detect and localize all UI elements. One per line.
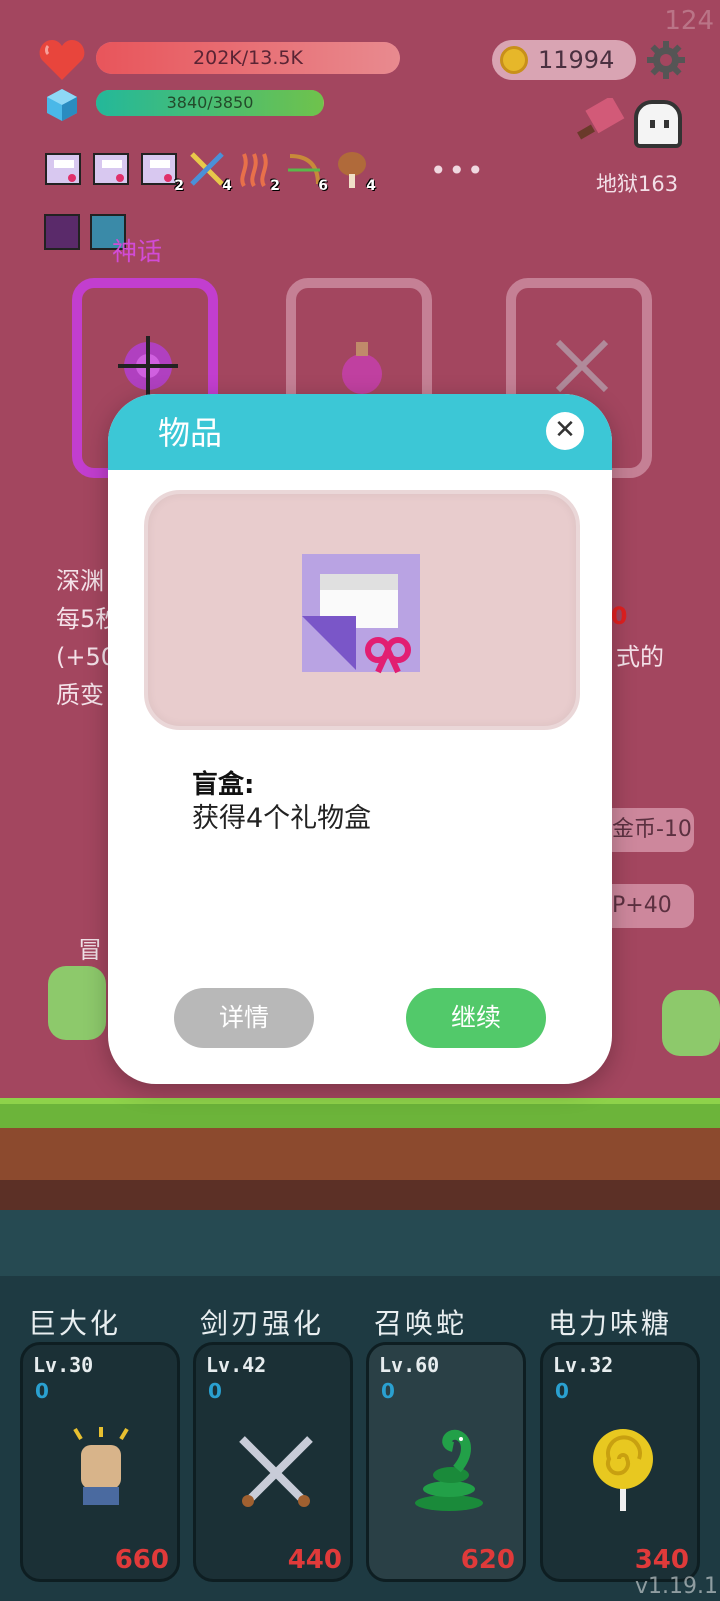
- skill-level: Lv.32: [553, 1353, 614, 1377]
- crossed-swords-icon: [239, 1436, 313, 1507]
- skill-card-snake[interactable]: Lv.60 0 620: [366, 1342, 526, 1582]
- bg-desc-right: 式的: [616, 643, 664, 671]
- detail-button[interactable]: 详情: [174, 988, 314, 1048]
- heart-icon: [39, 40, 85, 80]
- skill-cost: 660: [114, 1545, 169, 1575]
- xp-bar: 3840/3850: [96, 90, 324, 116]
- dirt-strip: [0, 1128, 720, 1180]
- fps-counter: 124: [664, 6, 714, 36]
- ghost-icon[interactable]: [634, 100, 682, 148]
- item-dialog: 物品 ✕ 盲盒: 获得4个礼物盒 详情 继续: [108, 394, 612, 1084]
- stage-label: 地狱163: [596, 172, 679, 196]
- skill-points: 0: [555, 1379, 569, 1403]
- skill-card-candy[interactable]: Lv.32 0 340: [540, 1342, 700, 1582]
- meat-icon[interactable]: 4: [332, 150, 376, 194]
- item-count: 6: [318, 178, 328, 194]
- skill-cost: 440: [287, 1545, 342, 1575]
- gift-box-icon: [302, 554, 420, 674]
- close-icon[interactable]: ✕: [546, 412, 584, 450]
- gift-box-icon[interactable]: [44, 150, 84, 190]
- item-count: 4: [366, 178, 376, 194]
- version-label: v1.19.1: [635, 1574, 718, 1599]
- skill-cost: 620: [460, 1545, 515, 1575]
- xp-text: 3840/3850: [166, 93, 254, 112]
- skill-name: 剑刃强化: [200, 1307, 325, 1340]
- dialog-header: 物品 ✕: [108, 394, 612, 470]
- coin-counter[interactable]: 11994: [492, 40, 636, 80]
- adventure-label: 冒: [78, 936, 102, 964]
- item-count: 2: [270, 178, 280, 194]
- bow-arrow-icon[interactable]: 6: [284, 150, 328, 194]
- dialog-title: 物品: [158, 414, 223, 452]
- skill-cost: 340: [634, 1545, 689, 1575]
- skill-card-blade[interactable]: Lv.42 0 440: [193, 1342, 353, 1582]
- skill-name: 召唤蛇: [374, 1307, 468, 1340]
- gift-box-icon[interactable]: 2: [140, 150, 184, 194]
- skill-level: Lv.60: [379, 1353, 440, 1377]
- item-count: 2: [174, 178, 184, 194]
- lollipop-icon: [593, 1429, 653, 1511]
- rarity-label: 神话: [112, 237, 163, 266]
- gear-icon[interactable]: [646, 40, 686, 80]
- skill-level: Lv.30: [33, 1353, 94, 1377]
- gift-box-icon[interactable]: [92, 150, 132, 190]
- bg-desc-line1: 深渊: [56, 567, 104, 595]
- cleaver-icon[interactable]: [574, 98, 630, 144]
- coin-value: 11994: [538, 46, 615, 74]
- heat-waves-icon[interactable]: 2: [236, 150, 280, 194]
- more-icon[interactable]: •••: [430, 154, 486, 187]
- hp-text: 202K/13.5K: [193, 47, 303, 69]
- bg-cost-button[interactable]: 金币-10: [600, 808, 694, 852]
- coin-icon: [500, 46, 528, 74]
- bg-xp-button[interactable]: P+40: [600, 884, 694, 928]
- demon-buff-icon[interactable]: [44, 214, 80, 250]
- skill-name: 巨大化: [28, 1307, 122, 1340]
- skill-level: Lv.42: [206, 1353, 267, 1377]
- grass-strip: [0, 1098, 720, 1128]
- bg-desc-line4: 质变: [56, 681, 104, 709]
- item-count: 4: [222, 178, 232, 194]
- skill-name: 电力味糖: [548, 1307, 673, 1340]
- item-description: 获得4个礼物盒: [192, 803, 372, 834]
- fist-icon: [73, 1427, 129, 1505]
- skill-panel-header: [0, 1210, 720, 1276]
- gem-icon: [47, 89, 77, 121]
- bg-desc-line3: (+50: [56, 643, 117, 671]
- item-preview: [144, 490, 580, 730]
- snake-icon: [415, 1429, 483, 1511]
- potion-icon: [342, 342, 382, 394]
- skill-card-giant[interactable]: Lv.30 0 660: [20, 1342, 180, 1582]
- crosshair-icon: [118, 336, 178, 396]
- tree: [662, 990, 720, 1056]
- sword-icon: [555, 339, 609, 393]
- continue-button[interactable]: 继续: [406, 988, 546, 1048]
- inventory-bar: 2 4 2 6 4: [44, 150, 376, 194]
- crossed-tools-icon[interactable]: 4: [188, 150, 232, 194]
- hp-bar: 202K/13.5K: [96, 42, 400, 74]
- skill-points: 0: [208, 1379, 222, 1403]
- skill-points: 0: [35, 1379, 49, 1403]
- tree: [48, 966, 106, 1040]
- skill-points: 0: [381, 1379, 395, 1403]
- dirt-strip-dark: [0, 1180, 720, 1210]
